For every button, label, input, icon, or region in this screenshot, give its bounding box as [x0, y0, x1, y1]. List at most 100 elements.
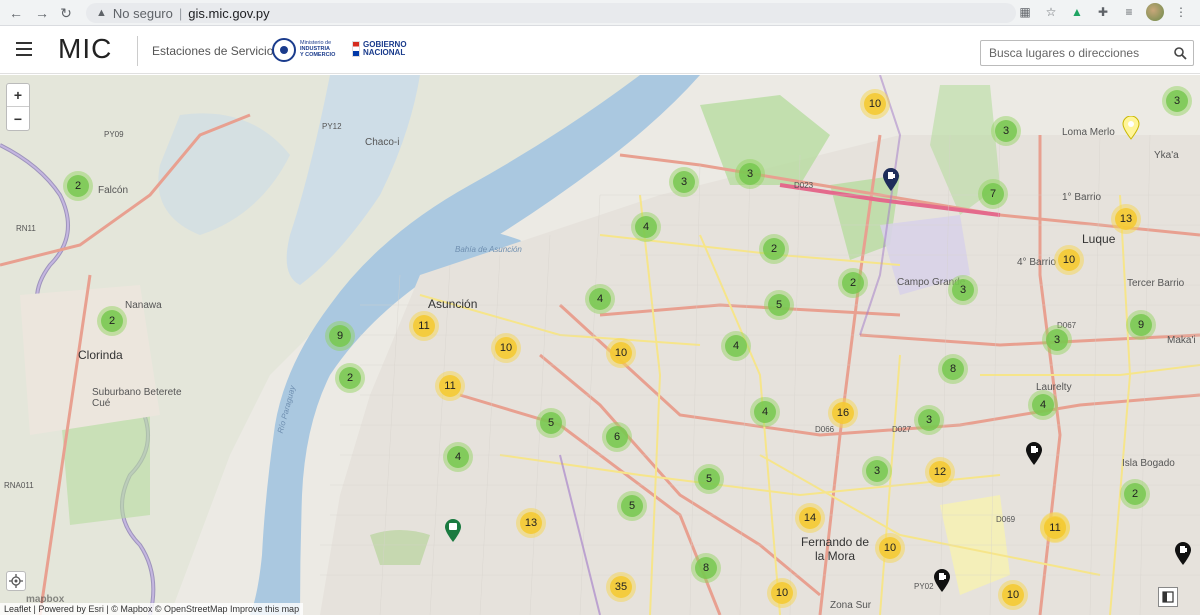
- cluster-marker[interactable]: 13: [516, 508, 546, 538]
- cluster-marker[interactable]: 8: [691, 553, 721, 583]
- label-py09: PY09: [104, 130, 124, 139]
- location-pin-icon[interactable]: [1122, 116, 1140, 140]
- cluster-marker[interactable]: 10: [860, 89, 890, 119]
- label-rn11: RN11: [16, 224, 36, 233]
- menu-dots-icon[interactable]: ⋮: [1172, 3, 1190, 21]
- cluster-count: 14: [799, 507, 821, 529]
- cluster-marker[interactable]: 2: [63, 171, 93, 201]
- media-icon[interactable]: ≡: [1120, 3, 1138, 21]
- search-icon[interactable]: [1173, 46, 1187, 60]
- flag-icon: [352, 41, 360, 57]
- cluster-marker[interactable]: 16: [828, 398, 858, 428]
- bus-station-pin-icon[interactable]: [444, 519, 462, 543]
- cluster-marker[interactable]: 9: [1126, 310, 1156, 340]
- cluster-marker[interactable]: 4: [631, 212, 661, 242]
- cluster-count: 8: [695, 557, 717, 579]
- cluster-marker[interactable]: 3: [948, 275, 978, 305]
- cluster-marker[interactable]: 3: [862, 456, 892, 486]
- cluster-marker[interactable]: 4: [721, 331, 751, 361]
- fuel-station-pin-icon[interactable]: [1025, 442, 1043, 466]
- cluster-count: 4: [1032, 394, 1054, 416]
- layers-button[interactable]: [1158, 587, 1178, 607]
- map-attribution: Leaflet | Powered by Esri | © Mapbox © O…: [0, 603, 304, 615]
- fuel-station-pin-icon[interactable]: [933, 569, 951, 593]
- cluster-marker[interactable]: 6: [602, 422, 632, 452]
- fuel-station-pin-icon[interactable]: [882, 168, 900, 192]
- national-seal-icon: [272, 38, 296, 62]
- cluster-marker[interactable]: 10: [606, 338, 636, 368]
- cluster-marker[interactable]: 13: [1111, 204, 1141, 234]
- cluster-count: 35: [610, 576, 632, 598]
- cluster-marker[interactable]: 11: [409, 311, 439, 341]
- label-d023: D023: [794, 181, 814, 190]
- star-icon[interactable]: ☆: [1042, 3, 1060, 21]
- cluster-marker[interactable]: 10: [875, 533, 905, 563]
- label-asuncion: Asunción: [428, 297, 478, 311]
- cluster-count: 5: [540, 412, 562, 434]
- cluster-marker[interactable]: 4: [750, 397, 780, 427]
- cluster-marker[interactable]: 8: [938, 354, 968, 384]
- cluster-marker[interactable]: 10: [491, 333, 521, 363]
- cluster-marker[interactable]: 2: [1120, 479, 1150, 509]
- search-input[interactable]: [981, 41, 1161, 65]
- cluster-marker[interactable]: 5: [694, 464, 724, 494]
- cluster-marker[interactable]: 3: [914, 405, 944, 435]
- puzzle-icon[interactable]: ✚: [1094, 3, 1112, 21]
- cluster-count: 3: [866, 460, 888, 482]
- cluster-marker[interactable]: 11: [1040, 513, 1070, 543]
- fuel-station-pin-icon[interactable]: [1174, 542, 1192, 566]
- cluster-marker[interactable]: 12: [925, 457, 955, 487]
- qr-icon[interactable]: ▦: [1016, 3, 1034, 21]
- app-header: MIC Estaciones de Servicio Ministerio de…: [0, 26, 1200, 74]
- label-bahia: Bahía de Asunción: [455, 245, 522, 254]
- drive-icon[interactable]: ▲: [1068, 3, 1086, 21]
- cluster-count: 2: [101, 310, 123, 332]
- cluster-count: 2: [67, 175, 89, 197]
- address-bar[interactable]: ▲ No seguro | gis.mic.gov.py: [86, 3, 1016, 23]
- map-canvas[interactable]: Asunción Clorinda Nanawa Falcón Chaco-i …: [0, 75, 1200, 615]
- label-fernando: Fernando de la Mora: [800, 535, 870, 563]
- locate-button[interactable]: [6, 571, 26, 591]
- cluster-count: 11: [413, 315, 435, 337]
- cluster-marker[interactable]: 2: [335, 363, 365, 393]
- cluster-marker[interactable]: 3: [1162, 86, 1192, 116]
- label-falcon: Falcón: [98, 185, 129, 196]
- cluster-marker[interactable]: 9: [325, 321, 355, 351]
- insecure-label: No seguro: [112, 5, 173, 21]
- search-box[interactable]: [980, 40, 1194, 66]
- cluster-marker[interactable]: 10: [998, 580, 1028, 610]
- reload-icon[interactable]: ↻: [54, 1, 78, 25]
- cluster-marker[interactable]: 7: [978, 179, 1008, 209]
- forward-icon[interactable]: →: [30, 1, 54, 25]
- zoom-in-button[interactable]: +: [7, 84, 29, 107]
- cluster-marker[interactable]: 4: [1028, 390, 1058, 420]
- profile-avatar[interactable]: [1146, 3, 1164, 21]
- cluster-marker[interactable]: 2: [759, 234, 789, 264]
- cluster-count: 3: [1166, 90, 1188, 112]
- zoom-out-button[interactable]: −: [7, 107, 29, 130]
- cluster-marker[interactable]: 4: [585, 284, 615, 314]
- cluster-marker[interactable]: 5: [764, 290, 794, 320]
- browser-toolbar: ← → ↻ ▲ No seguro | gis.mic.gov.py ▦ ☆ ▲…: [0, 0, 1200, 26]
- cluster-marker[interactable]: 14: [795, 503, 825, 533]
- cluster-count: 10: [610, 342, 632, 364]
- cluster-marker[interactable]: 2: [97, 306, 127, 336]
- cluster-marker[interactable]: 3: [669, 167, 699, 197]
- cluster-marker[interactable]: 11: [435, 371, 465, 401]
- cluster-marker[interactable]: 4: [443, 442, 473, 472]
- cluster-marker[interactable]: 5: [617, 491, 647, 521]
- cluster-marker[interactable]: 10: [767, 578, 797, 608]
- back-icon[interactable]: ←: [4, 1, 28, 25]
- cluster-marker[interactable]: 2: [838, 268, 868, 298]
- cluster-marker[interactable]: 3: [991, 116, 1021, 146]
- cluster-marker[interactable]: 10: [1054, 245, 1084, 275]
- cluster-marker[interactable]: 5: [536, 408, 566, 438]
- cluster-count: 7: [982, 183, 1004, 205]
- cluster-count: 3: [995, 120, 1017, 142]
- cluster-marker[interactable]: 3: [1042, 325, 1072, 355]
- hamburger-menu-icon[interactable]: [16, 42, 32, 56]
- cluster-count: 10: [1058, 249, 1080, 271]
- cluster-count: 4: [589, 288, 611, 310]
- cluster-marker[interactable]: 35: [606, 572, 636, 602]
- cluster-marker[interactable]: 3: [735, 159, 765, 189]
